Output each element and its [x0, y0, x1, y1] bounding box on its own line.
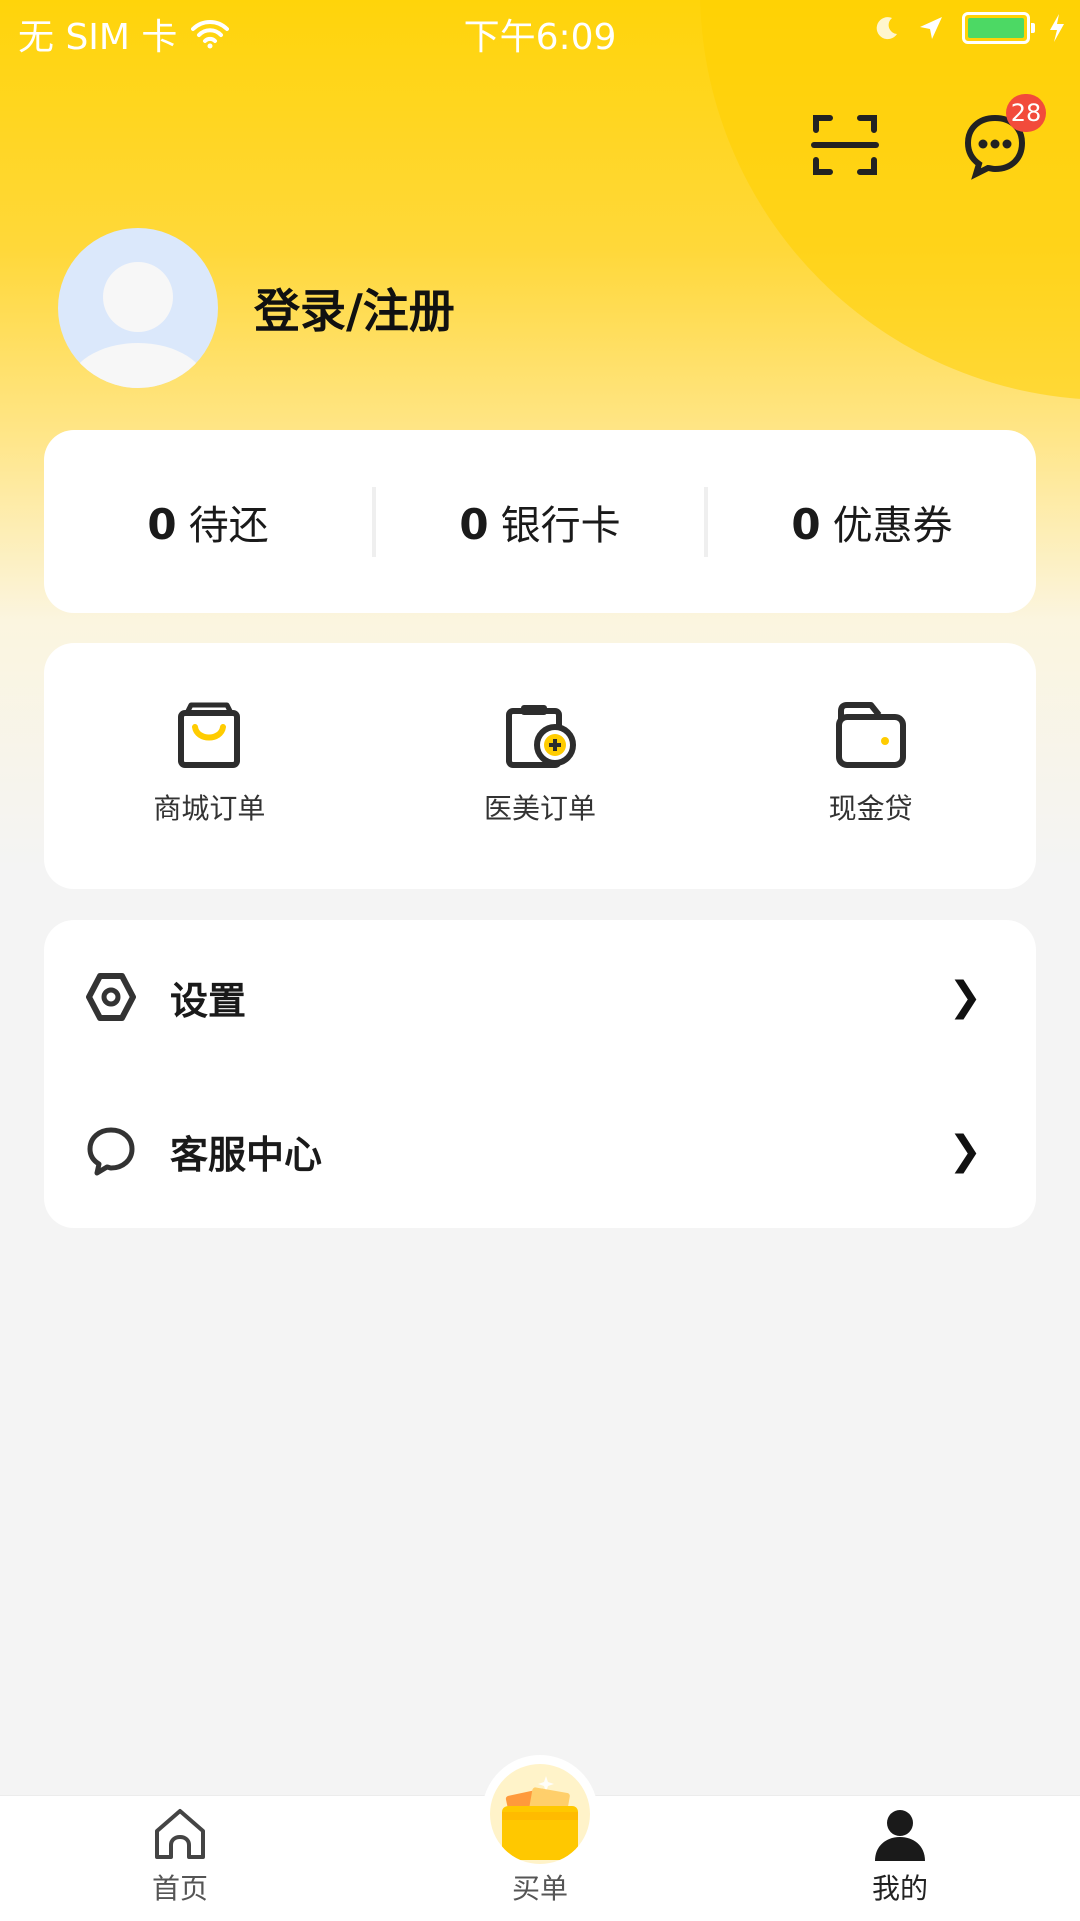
person-icon [875, 1810, 925, 1861]
menu-item-label: 客服中心 [170, 1132, 323, 1177]
quick-action-label: 医美订单 [484, 792, 597, 825]
quick-action-label: 商城订单 [153, 792, 266, 825]
center-tab-button[interactable] [490, 1764, 590, 1864]
stat-count: 0 [791, 499, 821, 549]
profile-section[interactable]: 登录/注册 [58, 228, 455, 388]
scan-icon [811, 115, 879, 175]
message-button[interactable]: 28 [960, 94, 1046, 180]
wallet-icon [835, 702, 906, 768]
chevron-right-icon: ❯ [948, 974, 982, 1020]
scan-button[interactable] [810, 110, 880, 180]
quick-medical-orders[interactable]: 医美订单 [375, 643, 706, 889]
message-badge: 28 [1006, 94, 1046, 132]
quick-actions-card: 商城订单 医美订单 现金贷 [44, 643, 1036, 889]
stat-count: 0 [459, 499, 489, 549]
quick-action-label: 现金贷 [828, 792, 913, 825]
wallet-coin-icon [502, 1776, 578, 1860]
status-bar: 无 SIM 卡 下午6:09 [0, 0, 1080, 60]
decorative-circle [700, 0, 1080, 400]
home-icon [155, 1809, 205, 1859]
login-register-link[interactable]: 登录/注册 [254, 275, 455, 341]
stat-coupons[interactable]: 0 优惠券 [708, 493, 1036, 551]
tab-label: 首页 [151, 1872, 208, 1905]
location-arrow-icon [920, 17, 942, 39]
tab-home[interactable]: 首页 [0, 1796, 360, 1921]
header-actions: 28 [810, 94, 1046, 180]
avatar-head [103, 262, 173, 332]
menu-item-customer-service[interactable]: 客服中心 ❯ [44, 1074, 1036, 1228]
settings-hex-icon [86, 973, 136, 1021]
status-right [874, 12, 1066, 44]
quick-cash-loan[interactable]: 现金贷 [705, 643, 1036, 889]
stat-label: 待还 [188, 502, 269, 549]
chevron-right-icon: ❯ [948, 1128, 982, 1174]
stat-pending-repayment[interactable]: 0 待还 [44, 493, 372, 551]
battery-icon [962, 12, 1035, 44]
stat-count: 0 [147, 499, 177, 549]
tab-label: 我的 [871, 1872, 928, 1905]
menu-card: 设置 ❯ 客服中心 ❯ [44, 920, 1036, 1228]
shopping-bag-icon [178, 702, 241, 768]
stat-label: 银行卡 [500, 502, 621, 549]
menu-item-settings[interactable]: 设置 ❯ [44, 920, 1036, 1074]
stat-bank-cards[interactable]: 0 银行卡 [376, 493, 704, 551]
charging-bolt-icon [1050, 14, 1064, 42]
menu-item-label: 设置 [170, 978, 247, 1023]
chat-bubble-icon [87, 1127, 135, 1176]
default-avatar-icon[interactable] [58, 228, 218, 388]
tab-label: 买单 [511, 1872, 568, 1905]
medical-clipboard-icon [506, 705, 576, 768]
avatar-body [68, 343, 208, 388]
quick-mall-orders[interactable]: 商城订单 [44, 643, 375, 889]
stats-card: 0 待还 0 银行卡 0 优惠券 [44, 430, 1036, 613]
moon-icon [876, 17, 897, 40]
tab-mine[interactable]: 我的 [720, 1796, 1080, 1921]
stat-label: 优惠券 [832, 502, 953, 549]
